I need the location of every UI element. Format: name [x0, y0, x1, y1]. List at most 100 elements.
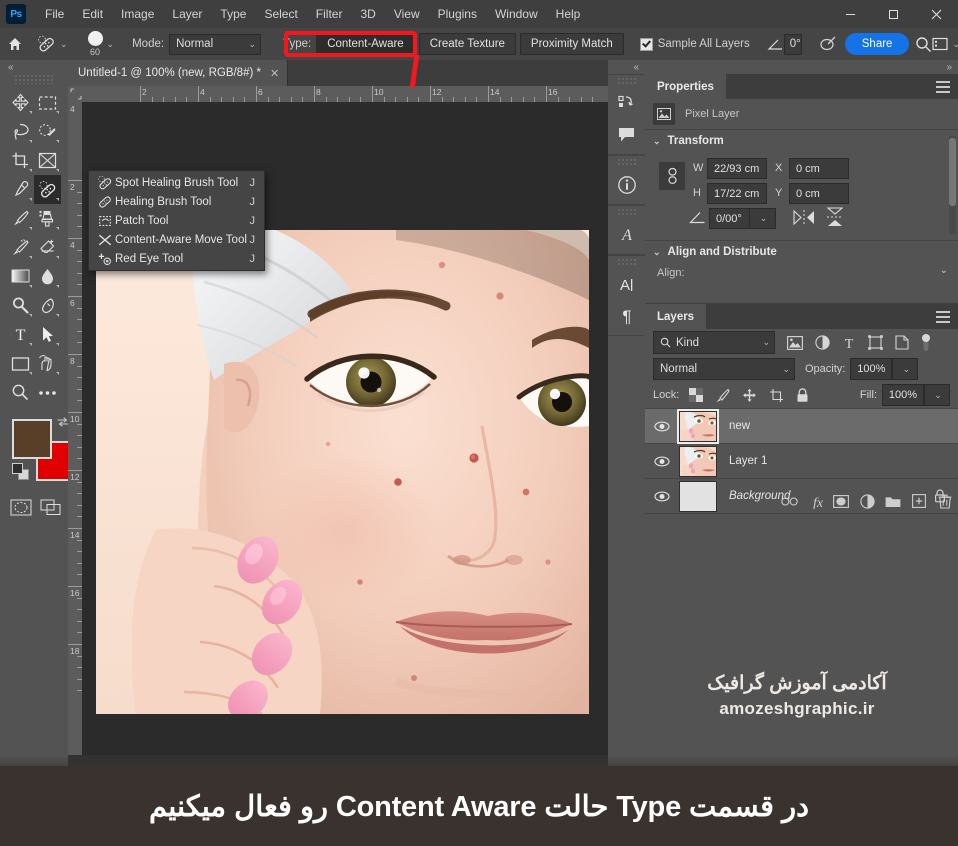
- clone-stamp-tool[interactable]: [34, 204, 61, 233]
- rail-grip[interactable]: [617, 258, 636, 267]
- width-input[interactable]: 22/93 cm: [707, 158, 767, 179]
- rail-grip[interactable]: [617, 208, 636, 217]
- lasso-tool[interactable]: [7, 117, 34, 146]
- path-selection-tool[interactable]: [34, 320, 61, 349]
- panel-menu-icon[interactable]: [936, 81, 950, 96]
- layer-row-layer-1[interactable]: Layer 1: [645, 444, 958, 479]
- info-icon[interactable]: [608, 169, 645, 200]
- history-brush-tool[interactable]: [7, 233, 34, 262]
- filter-toggle-icon[interactable]: [920, 333, 932, 353]
- brush-preset-chevron-icon[interactable]: ⌄: [107, 39, 115, 50]
- pressure-size-icon[interactable]: [819, 32, 837, 56]
- flip-horizontal-icon[interactable]: [793, 209, 815, 226]
- adjustment-layer-icon[interactable]: [854, 493, 880, 509]
- share-button[interactable]: Share: [844, 33, 910, 55]
- layer-kind-filter-dropdown[interactable]: Kind ⌄: [653, 331, 775, 354]
- rail-collapse-button[interactable]: «: [608, 60, 645, 74]
- menu-view[interactable]: View: [385, 3, 429, 25]
- lock-transparent-pixels-icon[interactable]: [689, 388, 704, 402]
- fill-input[interactable]: 100%: [882, 384, 924, 406]
- panel-menu-icon[interactable]: [936, 311, 950, 326]
- type-create-texture-button[interactable]: Create Texture: [418, 33, 516, 55]
- tools-panel-grip[interactable]: [14, 74, 54, 84]
- workspace-chevron-icon[interactable]: ⌄: [952, 39, 958, 50]
- new-layer-icon[interactable]: [906, 494, 932, 508]
- type-proximity-match-button[interactable]: Proximity Match: [519, 33, 624, 55]
- paragraph-icon[interactable]: ¶: [608, 300, 645, 331]
- link-layers-icon[interactable]: [776, 496, 802, 507]
- pen-tool[interactable]: [34, 291, 61, 320]
- workspace-icon[interactable]: [932, 32, 949, 56]
- eyedropper-tool[interactable]: [7, 175, 34, 204]
- transform-header[interactable]: ⌄ Transform: [645, 130, 958, 152]
- flyout-item-healing-brush[interactable]: Healing Brush Tool J: [89, 192, 264, 211]
- home-icon[interactable]: [7, 31, 23, 57]
- menu-3d[interactable]: 3D: [351, 3, 384, 25]
- frame-tool[interactable]: [34, 146, 61, 175]
- object-selection-tool[interactable]: [34, 117, 61, 146]
- angle-input[interactable]: 0°: [783, 33, 802, 55]
- lock-position-icon[interactable]: [742, 388, 757, 403]
- flyout-item-spot-healing-brush[interactable]: Spot Healing Brush Tool J: [89, 173, 264, 192]
- menu-help[interactable]: Help: [547, 3, 590, 25]
- layer-visibility-icon[interactable]: [645, 456, 679, 467]
- menu-layer[interactable]: Layer: [163, 3, 211, 25]
- history-icon[interactable]: [608, 88, 645, 119]
- dock-expand-button[interactable]: »: [645, 60, 958, 74]
- brush-tool[interactable]: [7, 204, 34, 233]
- crop-tool[interactable]: [7, 146, 34, 175]
- default-colors-icon[interactable]: [12, 463, 29, 480]
- foreground-color-swatch[interactable]: [12, 419, 52, 459]
- menu-file[interactable]: File: [36, 3, 73, 25]
- fill-stepper[interactable]: ⌄: [924, 384, 950, 406]
- properties-scroll-thumb[interactable]: [949, 138, 956, 206]
- y-input[interactable]: 0 cm: [789, 183, 849, 204]
- align-header[interactable]: ⌄ Align and Distribute: [645, 241, 958, 263]
- menu-select[interactable]: Select: [255, 3, 306, 25]
- height-input[interactable]: 17/22 cm: [707, 183, 767, 204]
- screen-mode-icon[interactable]: [40, 493, 62, 522]
- rectangular-marquee-tool[interactable]: [34, 88, 61, 117]
- lay er-styles-icon[interactable]: fx: [802, 494, 828, 509]
- flyout-item-content-aware-move[interactable]: Content-Aware Move Tool J: [89, 230, 264, 249]
- x-input[interactable]: 0 cm: [789, 158, 849, 179]
- delete-layer-icon[interactable]: [932, 494, 958, 509]
- menu-plugins[interactable]: Plugins: [429, 3, 486, 25]
- layer-mask-icon[interactable]: [828, 494, 854, 508]
- layer-row-new[interactable]: new: [645, 408, 958, 444]
- opacity-stepper[interactable]: ⌄: [892, 358, 919, 380]
- rectangle-tool[interactable]: [7, 349, 34, 378]
- flip-vertical-icon[interactable]: [825, 207, 845, 227]
- character-icon[interactable]: A: [608, 269, 645, 300]
- spot-healing-brush-tool[interactable]: [34, 175, 61, 204]
- tab-layers[interactable]: Layers: [645, 304, 707, 329]
- tool-preset-chevron-icon[interactable]: ⌄: [60, 39, 68, 50]
- blur-tool[interactable]: [34, 262, 61, 291]
- tools-collapse-button[interactable]: «: [0, 60, 68, 74]
- type-filter-icon[interactable]: T: [842, 335, 856, 350]
- layer-visibility-icon[interactable]: [645, 421, 679, 432]
- rail-grip[interactable]: [617, 158, 636, 167]
- flyout-item-red-eye[interactable]: Red Eye Tool J: [89, 249, 264, 268]
- search-icon[interactable]: [915, 32, 932, 56]
- menu-window[interactable]: Window: [486, 3, 547, 25]
- pixel-filter-icon[interactable]: [787, 335, 803, 350]
- lock-all-icon[interactable]: [796, 387, 809, 403]
- rail-grip[interactable]: [617, 77, 636, 86]
- quick-mask-icon[interactable]: [10, 493, 32, 522]
- menu-edit[interactable]: Edit: [73, 3, 112, 25]
- new-group-icon[interactable]: [880, 495, 906, 508]
- ruler-corner[interactable]: [68, 86, 82, 102]
- mode-dropdown[interactable]: Normal ⌄: [169, 33, 262, 55]
- close-icon[interactable]: ✕: [270, 67, 279, 80]
- align-chevron-icon[interactable]: ⌄: [940, 265, 948, 276]
- lock-artboard-icon[interactable]: [769, 388, 784, 403]
- gradient-tool[interactable]: [7, 262, 34, 291]
- menu-type[interactable]: Type: [211, 3, 255, 25]
- edit-toolbar-tool[interactable]: [34, 378, 61, 407]
- close-button[interactable]: [915, 0, 958, 28]
- smart-object-filter-icon[interactable]: [895, 335, 909, 350]
- sample-all-layers-checkbox[interactable]: Sample All Layers: [639, 37, 750, 51]
- type-tool[interactable]: T: [7, 320, 34, 349]
- rotate-view-tool[interactable]: [34, 349, 61, 378]
